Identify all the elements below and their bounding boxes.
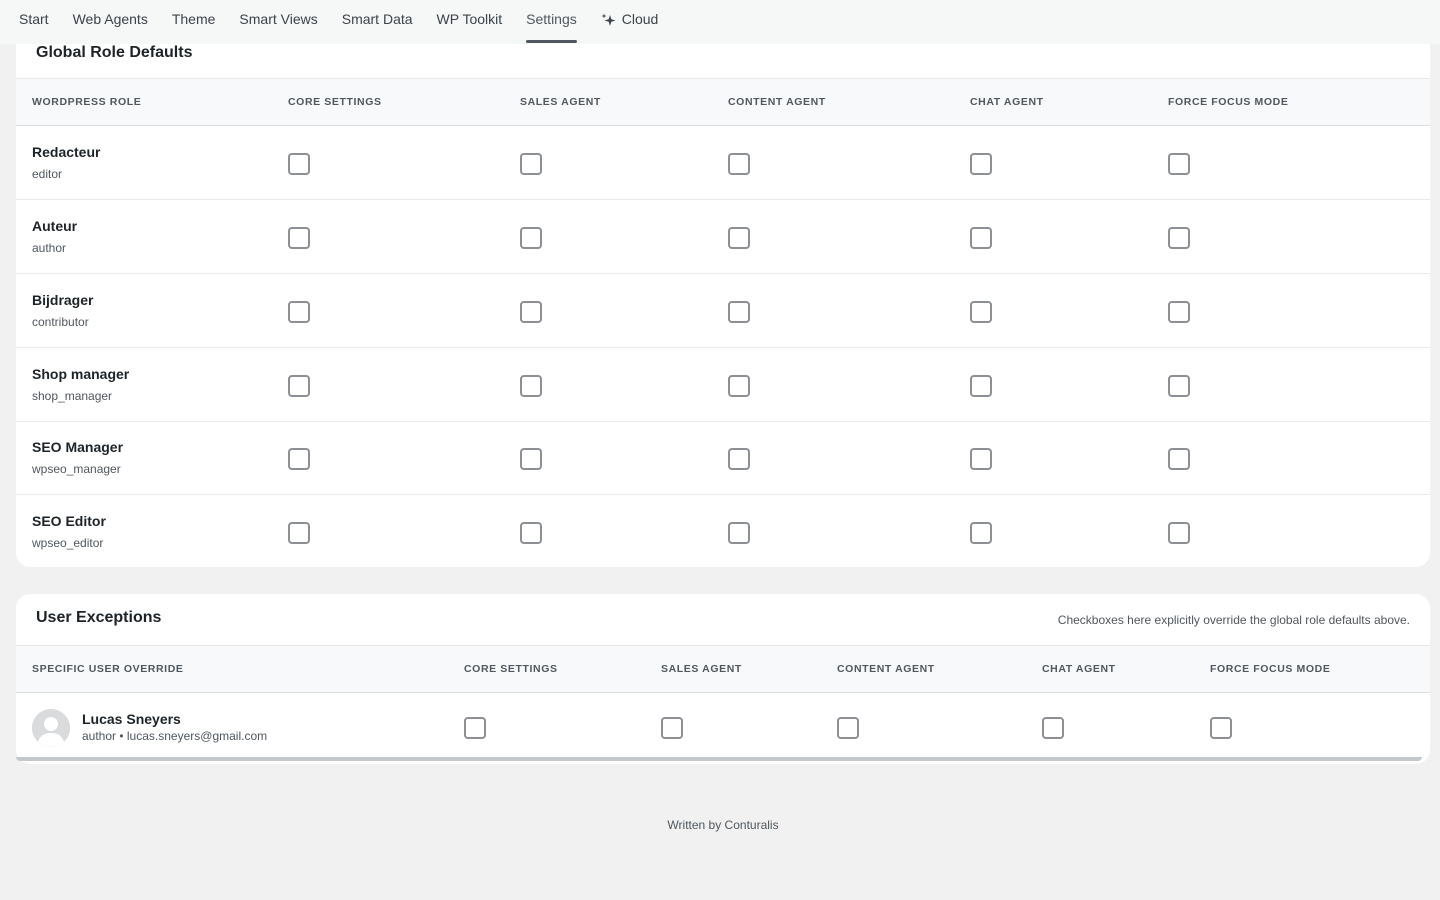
chat-agent-checkbox[interactable] <box>970 375 992 397</box>
global-role-defaults-card: Global Role Defaults WORDPRESS ROLE CORE… <box>16 44 1430 567</box>
nav-tab-settings[interactable]: Settings <box>526 0 577 44</box>
sales-agent-checkbox[interactable] <box>520 227 542 249</box>
role-slug: editor <box>32 167 63 181</box>
core-settings-checkbox[interactable] <box>464 717 486 739</box>
force-focus-mode-checkbox[interactable] <box>1168 448 1190 470</box>
table-row: Auteur author <box>16 200 1430 274</box>
chat-agent-checkbox[interactable] <box>970 227 992 249</box>
table-row: SEO Manager wpseo_manager <box>16 421 1430 495</box>
column-header-force-focus-mode: FORCE FOCUS MODE <box>1210 663 1331 675</box>
force-focus-mode-checkbox[interactable] <box>1168 301 1190 323</box>
column-header-specific-user-override: SPECIFIC USER OVERRIDE <box>32 663 184 675</box>
column-header-sales-agent: SALES AGENT <box>661 663 742 675</box>
table-row: Shop manager shop_manager <box>16 348 1430 422</box>
footer-credit: Written by Conturalis <box>667 818 779 832</box>
nav-tab-theme[interactable]: Theme <box>172 0 216 44</box>
role-name: SEO Manager <box>32 439 124 455</box>
role-name: Auteur <box>32 218 78 234</box>
role-slug: wpseo_editor <box>32 536 104 550</box>
nav-tab-smart-views[interactable]: Smart Views <box>239 0 317 44</box>
force-focus-mode-checkbox[interactable] <box>1168 227 1190 249</box>
chat-agent-checkbox[interactable] <box>1042 717 1064 739</box>
nav-tab-smart-data[interactable]: Smart Data <box>342 0 413 44</box>
column-header-core-settings: CORE SETTINGS <box>464 663 558 675</box>
user-exceptions-note: Checkboxes here explicitly override the … <box>1057 613 1410 627</box>
column-header-force-focus-mode: FORCE FOCUS MODE <box>1168 96 1289 108</box>
sales-agent-checkbox[interactable] <box>520 522 542 544</box>
column-header-wordpress-role: WORDPRESS ROLE <box>32 96 142 108</box>
role-name: SEO Editor <box>32 513 106 529</box>
content-agent-checkbox[interactable] <box>837 717 859 739</box>
column-header-core-settings: CORE SETTINGS <box>288 96 382 108</box>
chat-agent-checkbox[interactable] <box>970 448 992 470</box>
force-focus-mode-checkbox[interactable] <box>1210 717 1232 739</box>
content-agent-checkbox[interactable] <box>728 522 750 544</box>
avatar <box>32 709 70 747</box>
chat-agent-checkbox[interactable] <box>970 522 992 544</box>
sales-agent-checkbox[interactable] <box>520 153 542 175</box>
content-agent-checkbox[interactable] <box>728 227 750 249</box>
role-name: Redacteur <box>32 144 101 160</box>
content-agent-checkbox[interactable] <box>728 448 750 470</box>
core-settings-checkbox[interactable] <box>288 301 310 323</box>
nav-tab-cloud[interactable]: Cloud <box>601 0 659 44</box>
column-header-chat-agent: CHAT AGENT <box>1042 663 1116 675</box>
force-focus-mode-checkbox[interactable] <box>1168 153 1190 175</box>
core-settings-checkbox[interactable] <box>288 448 310 470</box>
content-agent-checkbox[interactable] <box>728 153 750 175</box>
column-header-sales-agent: SALES AGENT <box>520 96 601 108</box>
table-row: Redacteur editor <box>16 126 1430 200</box>
user-name: Lucas Sneyers <box>82 711 181 727</box>
column-header-content-agent: CONTENT AGENT <box>728 96 826 108</box>
sales-agent-checkbox[interactable] <box>520 301 542 323</box>
global-roles-table-header: WORDPRESS ROLE CORE SETTINGS SALES AGENT… <box>16 78 1430 126</box>
global-role-defaults-title: Global Role Defaults <box>36 44 193 61</box>
role-slug: shop_manager <box>32 389 113 403</box>
horizontal-scrollbar[interactable] <box>16 757 1422 761</box>
role-name: Bijdrager <box>32 292 94 308</box>
role-slug: author <box>32 241 67 255</box>
nav-tab-web-agents[interactable]: Web Agents <box>73 0 148 44</box>
sales-agent-checkbox[interactable] <box>520 448 542 470</box>
top-nav: Start Web Agents Theme Smart Views Smart… <box>0 0 1440 44</box>
content-agent-checkbox[interactable] <box>728 375 750 397</box>
core-settings-checkbox[interactable] <box>288 153 310 175</box>
force-focus-mode-checkbox[interactable] <box>1168 522 1190 544</box>
column-header-content-agent: CONTENT AGENT <box>837 663 935 675</box>
table-row: Bijdrager contributor <box>16 274 1430 348</box>
user-meta: author • lucas.sneyers@gmail.com <box>82 729 268 743</box>
nav-tab-wp-toolkit[interactable]: WP Toolkit <box>437 0 503 44</box>
user-exception-row: Lucas Sneyers author • lucas.sneyers@gma… <box>16 693 1430 761</box>
sparkle-icon <box>601 0 617 38</box>
content-agent-checkbox[interactable] <box>728 301 750 323</box>
user-exceptions-title: User Exceptions <box>36 609 162 626</box>
core-settings-checkbox[interactable] <box>288 227 310 249</box>
chat-agent-checkbox[interactable] <box>970 301 992 323</box>
table-row: SEO Editor wpseo_editor <box>16 495 1430 569</box>
column-header-chat-agent: CHAT AGENT <box>970 96 1044 108</box>
user-exceptions-table-header: SPECIFIC USER OVERRIDE CORE SETTINGS SAL… <box>16 645 1430 693</box>
user-exceptions-card: User Exceptions Checkboxes here explicit… <box>16 594 1430 764</box>
core-settings-checkbox[interactable] <box>288 522 310 544</box>
chat-agent-checkbox[interactable] <box>970 153 992 175</box>
sales-agent-checkbox[interactable] <box>520 375 542 397</box>
role-slug: contributor <box>32 315 89 329</box>
core-settings-checkbox[interactable] <box>288 375 310 397</box>
role-name: Shop manager <box>32 366 130 382</box>
sales-agent-checkbox[interactable] <box>661 717 683 739</box>
nav-tab-start[interactable]: Start <box>19 0 49 44</box>
nav-tab-cloud-label: Cloud <box>621 11 659 27</box>
force-focus-mode-checkbox[interactable] <box>1168 375 1190 397</box>
role-slug: wpseo_manager <box>32 462 121 476</box>
